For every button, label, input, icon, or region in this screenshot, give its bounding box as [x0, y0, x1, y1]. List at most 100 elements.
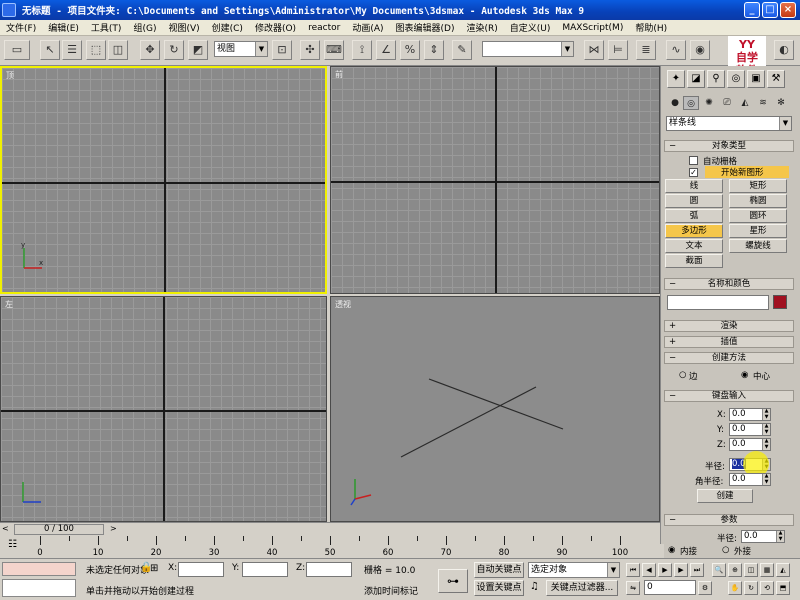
spinner-arrows-icon[interactable]: ▲▼ — [776, 530, 784, 542]
mirror-icon[interactable]: ⋈ — [584, 40, 604, 60]
kb-corner-radius-spinner[interactable]: 0.0 ▲ ▼ — [729, 473, 771, 486]
align-icon[interactable]: ⊨ — [608, 40, 628, 60]
material-editor-icon[interactable]: ◉ — [690, 40, 710, 60]
menu-file[interactable]: 文件(F) — [0, 21, 42, 34]
radio-inscribed-icon[interactable]: ◉ — [668, 545, 675, 555]
angle-snap-icon[interactable]: ∠ — [376, 40, 396, 60]
time-slider-thumb[interactable]: 0 / 100 — [14, 524, 104, 535]
named-selection-sets[interactable]: ▼ — [482, 41, 574, 57]
shape-donut-button[interactable]: 圆环 — [729, 209, 787, 223]
absolute-mode-icon[interactable]: ⊞ — [150, 563, 158, 574]
menu-animation[interactable]: 动画(A) — [346, 21, 389, 34]
shape-line-button[interactable]: 线 — [665, 179, 723, 193]
menu-reactor[interactable]: reactor — [302, 23, 346, 33]
object-name-field[interactable] — [667, 295, 769, 310]
mini-curve-editor-icon[interactable]: ☷ — [8, 539, 17, 550]
rollout-object-type[interactable]: − 对象类型 — [664, 140, 794, 152]
previous-frame-icon[interactable]: ◀ — [642, 563, 656, 577]
select-object-icon[interactable]: ↖ — [40, 40, 60, 60]
pan-icon[interactable]: ✋ — [728, 581, 742, 595]
shape-ellipse-button[interactable]: 椭圆 — [729, 194, 787, 208]
cameras-category-icon[interactable]: ⎚ — [719, 96, 735, 110]
shapes-category-icon[interactable]: ◎ — [683, 96, 699, 110]
orbit-icon[interactable]: ↻ — [744, 581, 758, 595]
helpers-category-icon[interactable]: ◭ — [737, 96, 753, 110]
window-crossing-icon[interactable]: ◫ — [108, 40, 128, 60]
menu-graph-editors[interactable]: 图表编辑器(D) — [390, 21, 461, 34]
param-radius-spinner[interactable]: 0.0 ▲ ▼ — [741, 530, 785, 543]
edit-named-selection-icon[interactable]: ✎ — [452, 40, 472, 60]
hierarchy-tab-icon[interactable]: ⚲ — [707, 70, 725, 88]
pivot-center-icon[interactable]: ⊡ — [272, 40, 292, 60]
shape-category-select[interactable]: 样条线 ▼ — [666, 116, 792, 131]
rectangle-selection-icon[interactable]: ⬚ — [86, 40, 106, 60]
rotate-icon[interactable]: ↻ — [164, 40, 184, 60]
current-frame-field[interactable]: 0 — [644, 580, 696, 595]
menu-help[interactable]: 帮助(H) — [629, 21, 673, 34]
close-button[interactable]: × — [780, 2, 796, 18]
shape-circle-button[interactable]: 圆 — [665, 194, 723, 208]
arc-rotate-icon[interactable]: ⟲ — [760, 581, 774, 595]
object-color-swatch[interactable] — [773, 295, 787, 309]
kb-z-spinner[interactable]: 0.0 ▲ ▼ — [729, 438, 771, 451]
auto-grid-checkbox[interactable] — [689, 156, 698, 165]
shape-arc-button[interactable]: 弧 — [665, 209, 723, 223]
spinner-arrows-icon[interactable]: ▲▼ — [762, 423, 770, 435]
systems-category-icon[interactable]: ✻ — [773, 96, 789, 110]
viewport-left[interactable]: 左 — [0, 296, 327, 522]
zoom-extents-all-icon[interactable]: ▦ — [760, 563, 774, 577]
time-slider[interactable]: < 0 / 100 > — [0, 522, 660, 536]
start-new-shape-button[interactable]: 开始新图形 — [705, 166, 789, 178]
x-coord-field[interactable] — [178, 562, 224, 577]
geometry-category-icon[interactable]: ● — [667, 96, 683, 110]
rollout-interpolation[interactable]: + 插值 — [664, 336, 794, 348]
motion-tab-icon[interactable]: ◎ — [727, 70, 745, 88]
maximize-button[interactable]: □ — [762, 2, 778, 18]
radio-center-icon[interactable]: ◉ — [741, 370, 748, 380]
menu-create[interactable]: 创建(C) — [206, 21, 249, 34]
viewport-top[interactable]: 顶 yx — [0, 66, 327, 294]
shape-section-button[interactable]: 截面 — [665, 254, 723, 268]
next-frame-icon[interactable]: ▶ — [674, 563, 688, 577]
viewport-front[interactable]: 前 — [330, 66, 660, 294]
rollout-creation-method[interactable]: − 创建方法 — [664, 352, 794, 364]
menu-views[interactable]: 视图(V) — [162, 21, 205, 34]
spinner-arrows-icon[interactable]: ▲▼ — [762, 473, 770, 485]
maximize-viewport-icon[interactable]: ⬒ — [776, 581, 790, 595]
rollout-keyboard-entry[interactable]: − 键盘输入 — [664, 390, 794, 402]
key-mode-toggle-icon[interactable]: ⇋ — [626, 581, 640, 595]
radio-circumscribed-icon[interactable]: ○ — [722, 545, 729, 555]
spacewarps-category-icon[interactable]: ≋ — [755, 96, 771, 110]
y-coord-field[interactable] — [242, 562, 288, 577]
rollout-name-color[interactable]: − 名称和颜色 — [664, 278, 794, 290]
add-time-tag[interactable]: 添加时间标记 — [364, 584, 418, 597]
rollout-parameters[interactable]: − 参数 — [664, 514, 794, 526]
auto-key-button[interactable]: 自动关键点 — [474, 562, 524, 578]
set-key-button[interactable]: 设置关键点 — [474, 580, 524, 596]
radio-edge-icon[interactable]: ○ — [679, 370, 686, 380]
spinner-arrows-icon[interactable]: ▲▼ — [762, 408, 770, 420]
menu-modifiers[interactable]: 修改器(O) — [249, 21, 302, 34]
spinner-snap-icon[interactable]: ⇕ — [424, 40, 444, 60]
move-icon[interactable]: ✥ — [140, 40, 160, 60]
keyboard-create-button[interactable]: 创建 — [697, 489, 753, 503]
z-coord-field[interactable] — [306, 562, 352, 577]
set-key-icon[interactable]: ⊶ — [438, 569, 468, 593]
menu-tools[interactable]: 工具(T) — [85, 21, 128, 34]
key-filter-select[interactable]: 选定对象 ▼ — [528, 562, 620, 578]
go-to-end-icon[interactable]: ⏭ — [690, 563, 704, 577]
create-tab-icon[interactable]: ✦ — [667, 70, 685, 88]
keyboard-shortcut-icon[interactable]: ⌨ — [324, 40, 344, 60]
modify-tab-icon[interactable]: ◪ — [687, 70, 705, 88]
key-mode-icon[interactable]: ♫ — [530, 581, 539, 592]
menu-edit[interactable]: 编辑(E) — [42, 21, 85, 34]
snaps-toggle-icon[interactable]: ⟟ — [352, 40, 372, 60]
slider-next-icon[interactable]: > — [110, 524, 120, 535]
menu-customize[interactable]: 自定义(U) — [504, 21, 557, 34]
utilities-tab-icon[interactable]: ⚒ — [767, 70, 785, 88]
minimize-button[interactable]: _ — [744, 2, 760, 18]
menu-maxscript[interactable]: MAXScript(M) — [556, 23, 629, 33]
menu-rendering[interactable]: 渲染(R) — [460, 21, 503, 34]
go-to-start-icon[interactable]: ⏮ — [626, 563, 640, 577]
display-tab-icon[interactable]: ▣ — [747, 70, 765, 88]
